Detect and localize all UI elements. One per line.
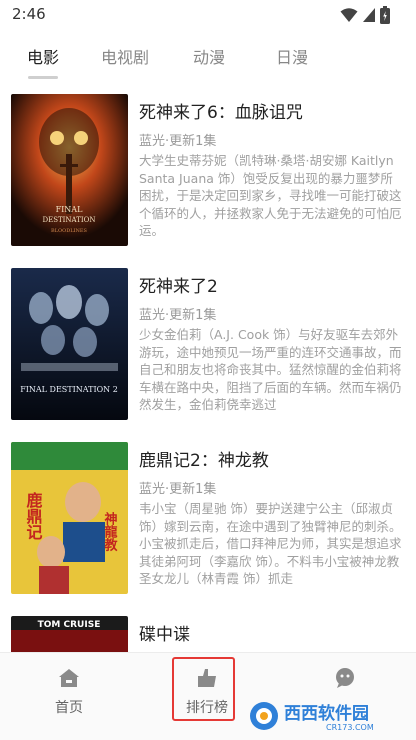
movie-description: 少女金伯莉（A.J. Cook 饰）与好友驱车去郊外游玩，途中她预见一场严重的连…: [139, 327, 402, 412]
movie-poster: FINAL DESTINATION 2: [11, 268, 128, 420]
tab-tv-series[interactable]: 电视剧: [101, 44, 149, 68]
movie-item-final-destination-bloodlines[interactable]: FINAL DESTINATION BLOODLINES 死神来了6：血脉诅咒 …: [0, 92, 416, 252]
movie-meta: 蓝光·更新1集: [139, 308, 217, 323]
status-bar: 2:46: [0, 0, 416, 30]
movie-title: 死神来了6：血脉诅咒: [139, 103, 303, 123]
watermark-subtext: CR173.COM: [326, 723, 374, 732]
nav-home-label: 首页: [55, 700, 83, 716]
tab-japanese-anime[interactable]: 日漫: [276, 44, 308, 68]
movie-description: 大学生史蒂芬妮（凯特琳·桑塔·胡安娜 Kaitlyn Santa Juana 饰…: [139, 153, 402, 238]
nav-ranking[interactable]: 排行榜: [157, 653, 257, 740]
movie-title: 碟中谍: [139, 625, 190, 645]
category-tabs: 电影 电视剧 动漫 日漫: [0, 42, 416, 82]
nav-ranking-label: 排行榜: [186, 700, 228, 716]
movie-poster: FINAL DESTINATION BLOODLINES: [11, 94, 128, 246]
movie-meta: 蓝光·更新1集: [139, 482, 217, 497]
poster-text: TOM CRUISE: [38, 620, 101, 630]
poster-text: BLOODLINES: [51, 228, 88, 234]
movie-list[interactable]: FINAL DESTINATION BLOODLINES 死神来了6：血脉诅咒 …: [0, 92, 416, 652]
movie-poster: 鹿鼎记 神龍教: [11, 442, 128, 594]
movie-poster: TOM CRUISE: [11, 616, 128, 652]
poster-text: 鹿鼎记: [24, 491, 43, 540]
movie-item-final-destination-2[interactable]: FINAL DESTINATION 2 死神来了2 蓝光·更新1集 少女金伯莉（…: [0, 266, 416, 426]
wifi-icon: [340, 7, 358, 23]
poster-text: FINAL DESTINATION 2: [20, 385, 118, 394]
status-time: 2:46: [12, 5, 46, 23]
movie-title: 死神来了2: [139, 277, 218, 297]
battery-icon: [380, 6, 390, 24]
watermark: 西西软件园 CR173.COM: [248, 700, 408, 732]
ranking-icon: [196, 667, 218, 693]
chat-icon: [334, 667, 356, 693]
home-icon: [58, 667, 80, 693]
status-icons: [340, 6, 390, 24]
nav-home[interactable]: 首页: [19, 653, 119, 740]
movie-title: 鹿鼎记2：神龙教: [139, 451, 269, 471]
watermark-text: 西西软件园: [284, 703, 369, 724]
poster-text: 神龍教: [102, 511, 119, 552]
signal-icon: [362, 7, 376, 23]
poster-text: DESTINATION: [42, 216, 95, 224]
movie-item-mission-impossible[interactable]: TOM CRUISE 碟中谍: [0, 614, 416, 652]
movie-description: 韦小宝（周星驰 饰）要护送建宁公主（邱淑贞 饰）嫁到云南，在途中遇到了独臂神尼的…: [139, 501, 402, 586]
movie-item-royal-tramp-2[interactable]: 鹿鼎记 神龍教 鹿鼎记2：神龙教 蓝光·更新1集 韦小宝（周星驰 饰）要护送建宁…: [0, 440, 416, 600]
poster-text: FINAL: [56, 205, 83, 214]
tab-movie[interactable]: 电影: [27, 44, 59, 68]
movie-meta: 蓝光·更新1集: [139, 134, 217, 149]
active-tab-indicator: [28, 76, 58, 79]
tab-anime[interactable]: 动漫: [193, 44, 225, 68]
